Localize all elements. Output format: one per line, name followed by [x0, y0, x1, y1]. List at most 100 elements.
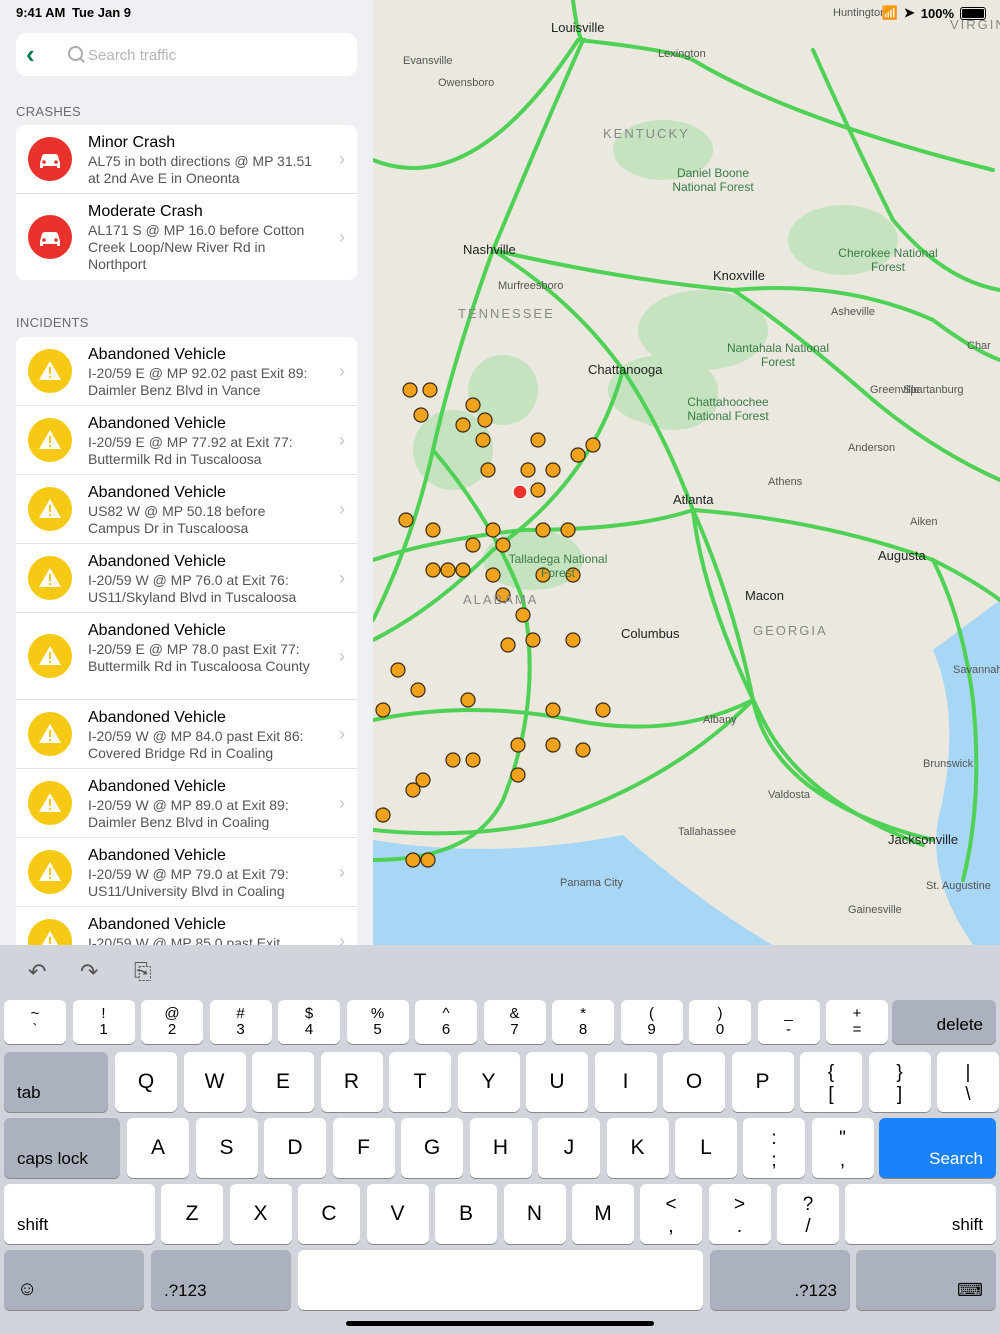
- key-a[interactable]: A: [127, 1118, 189, 1178]
- key-c[interactable]: C: [298, 1184, 360, 1244]
- incident-row[interactable]: Abandoned Vehicle US82 W @ MP 50.18 befor…: [16, 475, 357, 544]
- key-12[interactable]: + =: [826, 1000, 888, 1044]
- incident-row[interactable]: Abandoned Vehicle I-20/59 W @ MP 85.0 pas…: [16, 907, 357, 945]
- paste-icon[interactable]: ⎘: [134, 959, 152, 985]
- status-bar: 9:41 AM Tue Jan 9 📶 ➤ 100%: [0, 0, 1000, 24]
- incident-row[interactable]: Abandoned Vehicle I-20/59 E @ MP 92.02 pa…: [16, 337, 357, 406]
- shift-right-key[interactable]: shift: [845, 1184, 996, 1244]
- key-o[interactable]: O: [663, 1052, 725, 1112]
- key-shift-char: ~: [30, 1005, 40, 1022]
- incident-row[interactable]: Abandoned Vehicle I-20/59 W @ MP 89.0 at …: [16, 769, 357, 838]
- key-4[interactable]: $4: [278, 1000, 340, 1044]
- back-button[interactable]: ‹: [26, 41, 54, 69]
- key-10[interactable]: ) 0: [689, 1000, 751, 1044]
- key-1[interactable]: ! 1: [72, 1000, 135, 1044]
- key-sym-r4-1[interactable]: >.: [708, 1184, 771, 1244]
- key-f[interactable]: F: [332, 1118, 395, 1178]
- traffic-map[interactable]: Louisville Nashville Chattanooga Atlanta Kno…: [373, 0, 1000, 945]
- key-6[interactable]: ^ 6: [415, 1000, 477, 1044]
- shift-left-key[interactable]: shift: [4, 1184, 155, 1244]
- key-x[interactable]: X: [229, 1184, 292, 1244]
- redo-icon[interactable]: ↷: [80, 959, 98, 985]
- key-v[interactable]: V: [366, 1184, 429, 1244]
- key-char: Z: [185, 1202, 199, 1225]
- key-l[interactable]: L: [675, 1118, 737, 1178]
- incident-row[interactable]: Abandoned Vehicle I-20/59 W @ MP 76.0 at …: [16, 544, 357, 613]
- key-g[interactable]: G: [401, 1118, 463, 1178]
- key-i[interactable]: I: [594, 1052, 657, 1112]
- key-u[interactable]: U: [526, 1052, 588, 1112]
- key-d[interactable]: D: [264, 1118, 326, 1178]
- key-n[interactable]: N: [503, 1184, 566, 1244]
- status-date: Tue Jan 9: [72, 5, 132, 20]
- key-y[interactable]: Y: [457, 1052, 520, 1112]
- key-w[interactable]: W: [183, 1052, 246, 1112]
- crash-row[interactable]: Moderate Crash AL171 S @ MP 16.0 before …: [16, 194, 357, 280]
- warning-icon: [28, 556, 72, 600]
- numbers-right-key[interactable]: .?123: [710, 1250, 850, 1310]
- chevron-right-icon: ›: [339, 931, 345, 945]
- delete-key[interactable]: delete: [892, 1000, 996, 1044]
- search-input[interactable]: [86, 39, 350, 71]
- key-sym-r3-1[interactable]: ",: [811, 1118, 874, 1178]
- undo-icon[interactable]: ↶: [28, 959, 46, 985]
- incident-row[interactable]: Abandoned Vehicle I-20/59 W @ MP 79.0 at …: [16, 838, 357, 907]
- key-label: Search: [929, 1149, 983, 1168]
- key-sym-r3-0[interactable]: :;: [743, 1118, 805, 1178]
- key-char: W: [204, 1070, 225, 1093]
- key-sym-r4-0[interactable]: <,: [640, 1184, 702, 1244]
- key-t[interactable]: T: [389, 1052, 451, 1112]
- key-char: A: [150, 1136, 165, 1159]
- key-shift-char: ^: [442, 1005, 450, 1022]
- chevron-right-icon: ›: [339, 149, 345, 169]
- crash-row[interactable]: Minor Crash AL75 in both directions @ MP…: [16, 125, 357, 194]
- key-q[interactable]: Q: [115, 1052, 177, 1112]
- key-m[interactable]: M: [572, 1184, 634, 1244]
- key-p[interactable]: P: [731, 1052, 794, 1112]
- key-sym-2[interactable]: | \: [937, 1052, 999, 1112]
- key-2[interactable]: @2: [141, 1000, 203, 1044]
- map-city-label: Nashville: [463, 242, 516, 257]
- key-shift-char: #: [236, 1005, 245, 1022]
- key-sym-1[interactable]: }]: [868, 1052, 931, 1112]
- key-j[interactable]: J: [538, 1118, 600, 1178]
- numbers-left-key[interactable]: .?123: [151, 1250, 291, 1310]
- space-key[interactable]: [298, 1250, 703, 1310]
- key-0[interactable]: ~ `: [4, 1000, 66, 1044]
- key-z[interactable]: Z: [161, 1184, 223, 1244]
- key-char: K: [630, 1136, 645, 1159]
- map-city-label: Atlanta: [673, 492, 714, 507]
- key-11[interactable]: _ -: [757, 1000, 820, 1044]
- key-sym-0[interactable]: {[: [800, 1052, 862, 1112]
- caps-lock-key[interactable]: caps lock: [4, 1118, 120, 1178]
- warning-icon: [28, 712, 72, 756]
- key-char: =: [852, 1021, 862, 1038]
- key-7[interactable]: & 7: [483, 1000, 546, 1044]
- key-8[interactable]: * 8: [552, 1000, 614, 1044]
- key-shift-char: *: [580, 1005, 586, 1022]
- key-char: F: [357, 1136, 370, 1159]
- key-3[interactable]: #3: [209, 1000, 272, 1044]
- incident-row[interactable]: Abandoned Vehicle I-20/59 E @ MP 77.92 at…: [16, 406, 357, 475]
- key-sym-r4-2[interactable]: ? /: [777, 1184, 839, 1244]
- tab-key[interactable]: tab: [4, 1052, 108, 1112]
- map-city-label: Athens: [768, 476, 803, 488]
- key-9[interactable]: (9: [620, 1000, 683, 1044]
- key-k[interactable]: K: [606, 1118, 669, 1178]
- key-char: L: [700, 1136, 712, 1159]
- search-key[interactable]: Search: [879, 1118, 996, 1178]
- key-e[interactable]: E: [252, 1052, 314, 1112]
- key-h[interactable]: H: [469, 1118, 532, 1178]
- incident-row[interactable]: Abandoned Vehicle I-20/59 W @ MP 84.0 pas…: [16, 700, 357, 769]
- key-s[interactable]: S: [195, 1118, 258, 1178]
- key-char: S: [219, 1136, 234, 1159]
- emoji-key[interactable]: ☺: [4, 1250, 144, 1310]
- key-5[interactable]: % 5: [346, 1000, 409, 1044]
- highway-line: [373, 448, 532, 862]
- incident-row[interactable]: Abandoned Vehicle I-20/59 E @ MP 78.0 pas…: [16, 613, 357, 700]
- dismiss-keyboard-key[interactable]: ⌨: [856, 1250, 996, 1310]
- key-b[interactable]: B: [435, 1184, 497, 1244]
- key-r[interactable]: R: [320, 1052, 383, 1112]
- incident-subtitle: US82 W @ MP 50.18 before Campus Dr in Tu…: [88, 503, 266, 536]
- incident-title: Abandoned Vehicle: [88, 415, 226, 432]
